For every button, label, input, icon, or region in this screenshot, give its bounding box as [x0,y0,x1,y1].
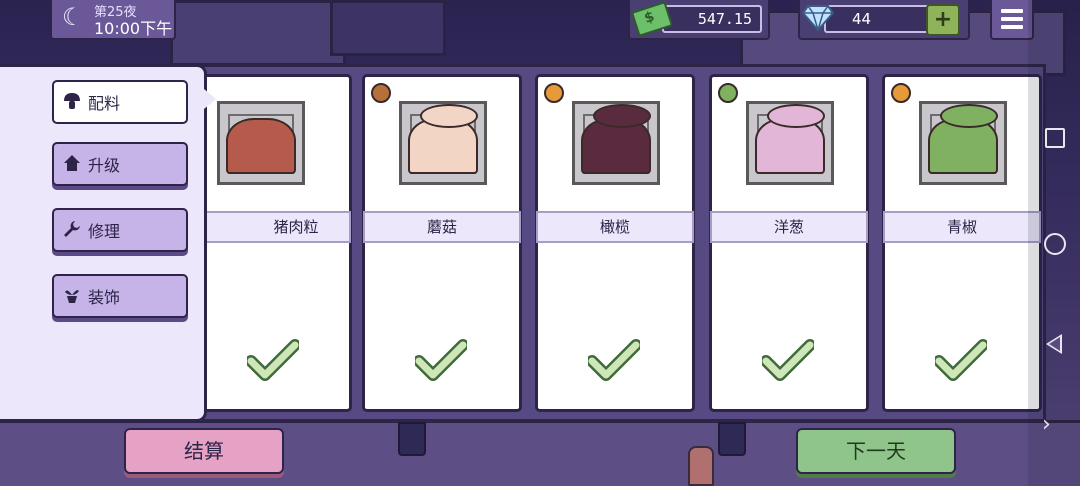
ingredient-name-bar: 橄榄 [536,211,694,243]
side-menu-repair[interactable]: 修理 [52,208,188,252]
orange-icon [891,83,911,103]
time-label: 10:00下午 [94,19,173,38]
ingredient-pile [581,104,651,174]
side-menu-panel: 配料 升级 修理 装饰 [0,64,216,422]
side-menu-label: 修理 [88,222,121,241]
money-value: 547.15 [697,10,752,28]
hamburger-icon [1001,25,1023,29]
ingredient-name-bar: 猪肉粒 [201,211,351,243]
checkmark-icon [415,339,467,381]
ingredient-card[interactable]: 橄榄 [535,74,695,412]
checkmark-icon [762,339,814,381]
ingredient-bin [746,101,834,185]
settle-label: 结算 [184,439,224,463]
ingredient-name: 猪肉粒 [273,218,319,236]
ingredient-bin-inner [755,104,825,174]
ingredient-name: 橄榄 [599,218,630,236]
recent-apps-icon[interactable] [1045,128,1065,148]
ingredient-card[interactable]: 蘑菇 [362,74,522,412]
gem-field: 44 [824,5,932,33]
checkmark-icon [588,339,640,381]
hamburger-icon [1001,17,1023,21]
side-menu-label: 配料 [88,94,121,113]
plant-pot-icon [62,286,82,306]
home-icon[interactable] [1044,233,1066,255]
ingredient-pile [226,118,296,174]
side-menu-ingredients[interactable]: 配料 [52,80,188,124]
ingredient-pile [408,104,478,174]
ingredient-pile-top [940,104,998,128]
ingredient-pile-top [767,104,825,128]
checkmark-icon [935,339,987,381]
building [330,0,446,56]
ingredient-pile-top [420,104,478,128]
wrench-icon [62,220,82,240]
mushroom-icon [371,83,391,103]
ingredient-name: 蘑菇 [426,218,457,236]
next-day-button[interactable]: 下一天 [796,428,956,474]
ingredient-name-bar: 青椒 [883,211,1041,243]
diamond-icon [802,5,834,32]
trash-bin [398,422,426,456]
ingredient-pile [755,104,825,174]
next-day-label: 下一天 [846,439,906,463]
ingredient-bin-inner [226,114,296,174]
ingredient-bin [572,101,660,185]
checkmark-icon [247,339,299,381]
ingredient-bin-inner [408,104,478,174]
gem-value: 44 [852,10,872,28]
day-time-display: ☾ 第25夜 10:00下午 [50,0,176,40]
side-menu-label: 装饰 [88,288,121,307]
ingredient-name-bar: 蘑菇 [363,211,521,243]
side-menu-upgrade[interactable]: 升级 [52,142,188,186]
gem-display: 44 + [798,0,970,40]
system-nav-bar: › [1028,0,1080,486]
building [170,0,346,66]
orange-icon [544,83,564,103]
settle-button[interactable]: 结算 [124,428,284,474]
side-menu-label: 升级 [88,156,121,175]
trash-bin [718,422,746,456]
ingredient-name-bar: 洋葱 [710,211,868,243]
ingredient-bin [919,101,1007,185]
ingredient-name: 洋葱 [773,218,804,236]
money-display: 547.15 [628,0,770,40]
fire-hydrant [688,446,714,486]
back-icon[interactable] [1046,334,1062,354]
moon-icon: ☾ [62,3,84,31]
ingredient-card-partial[interactable]: 猪肉粒 [200,74,352,412]
ingredient-bin-inner [928,104,998,174]
side-menu-decor[interactable]: 装饰 [52,274,188,318]
house-icon [62,154,82,174]
mushroom-icon [62,92,82,112]
money-field: 547.15 [662,5,762,33]
pepper-icon [718,83,738,103]
ingredient-card[interactable]: 青椒 [882,74,1042,412]
ingredient-bin [217,101,305,185]
ingredient-bin-inner [581,104,651,174]
ingredient-name: 青椒 [946,218,977,236]
ingredient-pile [928,104,998,174]
ingredient-bin [399,101,487,185]
ingredient-card[interactable]: 洋葱 [709,74,869,412]
ingredient-pile-top [593,104,651,128]
add-gems-button[interactable]: + [926,4,960,36]
hamburger-icon [1001,9,1023,13]
chevron-right-icon[interactable]: › [1042,412,1051,437]
